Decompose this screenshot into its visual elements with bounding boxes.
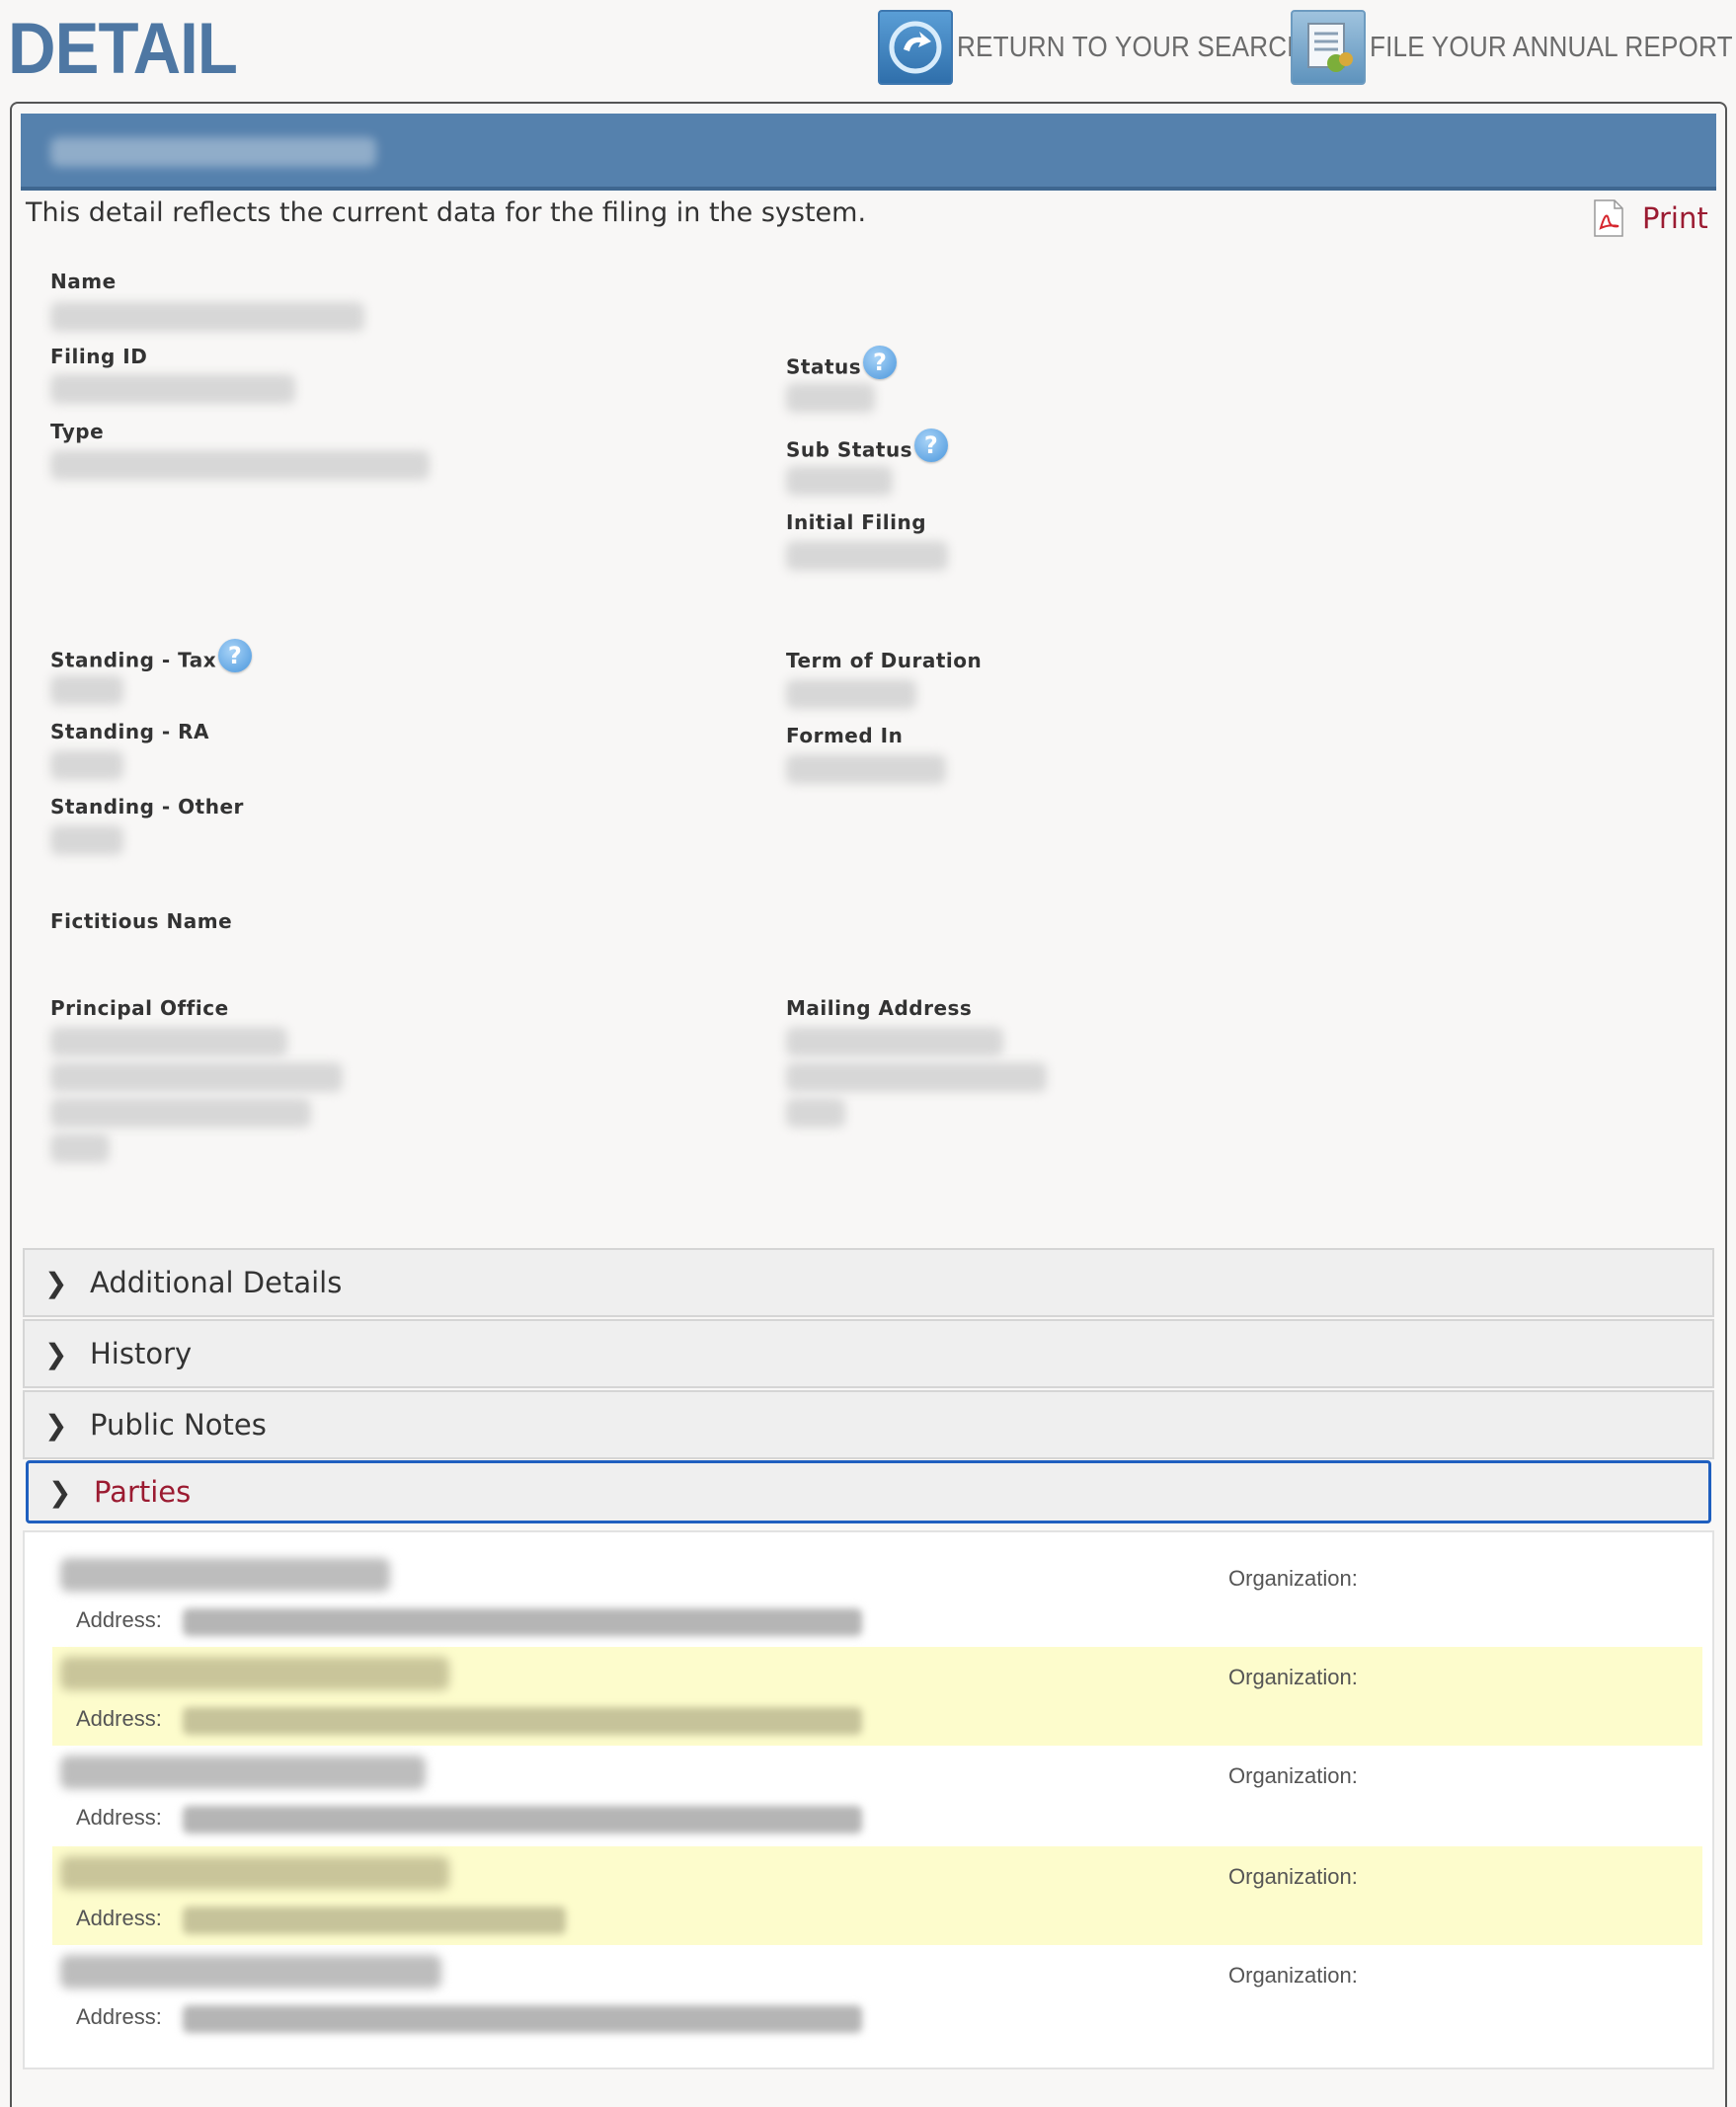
initial-filing-label: Initial Filing [786,510,927,534]
filing-id-value [50,374,295,404]
entity-name-redacted [50,137,376,167]
party-address-value [183,1806,862,1834]
file-annual-report-link[interactable]: FILE YOUR ANNUAL REPORT [1291,10,1736,85]
standing-other-value [50,825,123,855]
party-row: Address: Organization: [52,1746,1702,1844]
standing-ra-value [50,750,123,780]
formed-in-label: Formed In [786,724,904,747]
chevron-right-icon: ❯ [44,1266,68,1299]
party-name [60,1955,441,1989]
party-address-label: Address: [76,2004,162,2029]
party-name [60,1756,426,1789]
party-organization-label: Organization: [1228,1566,1358,1591]
status-label-text: Status [786,354,862,379]
standing-tax-label: Standing - Tax? [50,639,253,678]
party-address-value [183,1707,862,1735]
chevron-right-icon: ❯ [48,1475,72,1509]
print-button[interactable]: Print [1589,198,1708,238]
help-icon[interactable]: ? [863,346,898,379]
term-of-duration-value [786,679,916,709]
principal-office-line-4 [50,1133,110,1163]
standing-ra-label: Standing - RA [50,720,210,743]
help-icon[interactable]: ? [218,639,253,672]
party-name [60,1558,390,1592]
formed-in-value [786,754,946,784]
status-label: Status? [786,346,898,385]
status-value [786,383,875,413]
entity-name-bar [21,114,1716,191]
accordion-additional-details[interactable]: ❯ Additional Details [23,1248,1714,1317]
party-row: Address: Organization: [52,1846,1702,1945]
party-address-label: Address: [76,1906,162,1930]
accordion-public-notes[interactable]: ❯ Public Notes [23,1390,1714,1459]
type-value [50,450,430,480]
filing-id-label: Filing ID [50,345,148,368]
party-address-label: Address: [76,1706,162,1731]
accordion-parties-label: Parties [94,1475,192,1509]
standing-other-label: Standing - Other [50,795,244,819]
party-name [60,1657,449,1690]
principal-office-line-1 [50,1027,287,1056]
party-address-value [183,2005,862,2033]
page-title: DETAIL [8,9,238,89]
type-label: Type [50,420,105,443]
name-label: Name [50,270,117,293]
term-of-duration-label: Term of Duration [786,649,983,672]
party-row: Address: Organization: [52,1945,1702,2044]
party-name [60,1856,449,1890]
annual-report-icon [1291,10,1366,85]
party-row: Address: Organization: [52,1548,1702,1647]
detail-note: This detail reflects the current data fo… [26,197,867,228]
file-annual-report-label: FILE YOUR ANNUAL REPORT [1370,31,1733,63]
chevron-right-icon: ❯ [44,1337,68,1370]
sub-status-label-text: Sub Status [786,437,913,462]
mailing-address-label: Mailing Address [786,996,973,1020]
mailing-address-line-2 [786,1062,1047,1092]
party-organization-label: Organization: [1228,1665,1358,1689]
accordion-parties[interactable]: ❯ Parties [26,1460,1711,1523]
principal-office-label: Principal Office [50,996,229,1020]
accordion-history-label: History [90,1337,193,1370]
accordion-history[interactable]: ❯ History [23,1319,1714,1388]
help-icon[interactable]: ? [914,429,949,462]
return-search-icon [878,10,953,85]
principal-office-line-2 [50,1062,343,1092]
accordion-additional-details-label: Additional Details [90,1266,343,1299]
pdf-icon [1589,198,1628,238]
standing-tax-value [50,675,123,705]
return-to-search-link[interactable]: RETURN TO YOUR SEARCH [878,10,1345,85]
standing-tax-label-text: Standing - Tax [50,648,217,672]
name-value [50,302,364,332]
party-address-label: Address: [76,1805,162,1830]
principal-office-line-3 [50,1098,311,1128]
return-to-search-label: RETURN TO YOUR SEARCH [957,31,1306,63]
mailing-address-line-3 [786,1098,845,1128]
party-row: Address: Organization: [52,1647,1702,1746]
party-organization-label: Organization: [1228,1963,1358,1988]
sub-status-label: Sub Status? [786,429,949,468]
fictitious-name-label: Fictitious Name [50,909,233,933]
party-organization-label: Organization: [1228,1763,1358,1788]
chevron-right-icon: ❯ [44,1408,68,1442]
initial-filing-value [786,541,948,571]
party-address-value [183,1907,566,1934]
print-label: Print [1642,201,1708,235]
party-organization-label: Organization: [1228,1864,1358,1889]
sub-status-value [786,466,893,496]
party-address-value [183,1608,862,1636]
parties-list: Address: Organization: Address: Organiza… [23,1530,1714,2069]
party-address-label: Address: [76,1607,162,1632]
accordion-public-notes-label: Public Notes [90,1408,267,1442]
mailing-address-line-1 [786,1027,1003,1056]
